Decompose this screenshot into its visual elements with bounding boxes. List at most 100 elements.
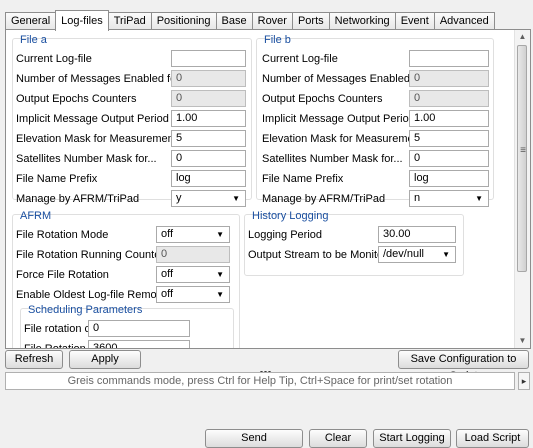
refresh-button[interactable]: Refresh: [5, 350, 63, 369]
chevron-down-icon: ▼: [216, 230, 224, 239]
history-label: Output Stream to be Monitored: [248, 249, 400, 261]
tab-ports[interactable]: Ports: [291, 12, 329, 30]
start-logging-button[interactable]: Start Logging: [373, 429, 451, 448]
file-b-readonly-field: 0: [409, 90, 489, 107]
history-dropdown-value: /dev/null: [383, 248, 424, 260]
file-a-row: Number of Messages Enabled for... 0: [16, 70, 246, 88]
afrm-label: Force File Rotation: [16, 269, 109, 281]
apply-button[interactable]: Apply: [69, 350, 141, 369]
scheduling-input[interactable]: 3600: [88, 340, 190, 348]
file-a-row: Current Log-file: [16, 50, 246, 68]
file-a-label: Elevation Mask for Measurements...: [16, 133, 192, 145]
afrm-dropdown[interactable]: off ▼: [156, 266, 230, 283]
afrm-label: File Rotation Running Counter: [16, 249, 164, 261]
file-a-input[interactable]: 1.00: [171, 110, 246, 127]
file-a-label: File Name Prefix: [16, 173, 98, 185]
file-b-input[interactable]: 1.00: [409, 110, 489, 127]
tab-advanced[interactable]: Advanced: [433, 12, 495, 30]
scroll-down-icon[interactable]: ▼: [515, 334, 530, 348]
file-a-row: Satellites Number Mask for... 0: [16, 150, 246, 168]
afrm-dropdown[interactable]: off ▼: [156, 226, 230, 243]
tab-tripad[interactable]: TriPad: [108, 12, 151, 30]
afrm-dropdown-value: off: [161, 288, 174, 300]
file-a-input[interactable]: 0: [171, 150, 246, 167]
command-input[interactable]: Greis commands mode, press Ctrl for Help…: [5, 372, 515, 390]
tab-event[interactable]: Event: [394, 12, 434, 30]
tab-rover[interactable]: Rover: [251, 12, 292, 30]
history-dropdown[interactable]: /dev/null ▼: [378, 246, 456, 263]
save-config-button[interactable]: Save Configuration to Script: [398, 350, 529, 382]
command-hint: Greis commands mode, press Ctrl for Help…: [67, 375, 453, 387]
vertical-scrollbar[interactable]: ▲ ≡ ▼: [514, 30, 530, 348]
file-a-input[interactable]: 5: [171, 130, 246, 147]
tab-base[interactable]: Base: [215, 12, 252, 30]
side-expand-icon[interactable]: ▸: [518, 372, 530, 390]
file-b-dropdown[interactable]: n ▼: [409, 190, 489, 207]
splitter-handle[interactable]: [260, 365, 274, 374]
scroll-up-icon[interactable]: ▲: [515, 30, 530, 44]
log-output-area: [5, 393, 529, 429]
grip-icon: ≡: [520, 145, 526, 156]
file-b-row: Output Epochs Counters 0: [262, 90, 489, 108]
history-row: Output Stream to be Monitored/dev/null ▼: [248, 246, 456, 264]
afrm-label: File Rotation Mode: [16, 229, 109, 241]
file-b-row: Number of Messages Enabled for... 0: [262, 70, 489, 88]
file-a-label: Current Log-file: [16, 53, 92, 65]
file-b-title: File b: [264, 34, 291, 46]
file-a-row: Manage by AFRM/TriPad y ▼: [16, 190, 246, 208]
afrm-row: File Rotation Mode off ▼: [16, 226, 230, 244]
scheduling-row: File rotation counter 0: [24, 320, 190, 338]
afrm-label: Enable Oldest Log-file Removal: [16, 289, 171, 301]
history-input[interactable]: 30.00: [378, 226, 456, 243]
load-script-button[interactable]: Load Script: [456, 429, 529, 448]
tab-positioning[interactable]: Positioning: [150, 12, 216, 30]
file-b-input[interactable]: log: [409, 170, 489, 187]
chevron-down-icon: ▼: [232, 194, 240, 203]
file-a-label: Satellites Number Mask for...: [16, 153, 157, 165]
afrm-row: Enable Oldest Log-file Removal off ▼: [16, 286, 230, 304]
file-b-label: File Name Prefix: [262, 173, 344, 185]
file-b-row: Implicit Message Output Period 1.00: [262, 110, 489, 128]
file-b-row: Satellites Number Mask for... 0: [262, 150, 489, 168]
log-files-pane: File a Current Log-file Number of Message…: [5, 29, 531, 349]
afrm-dropdown-value: off: [161, 268, 174, 280]
chevron-down-icon: ▼: [216, 270, 224, 279]
file-a-row: Output Epochs Counters 0: [16, 90, 246, 108]
tab-log-files[interactable]: Log-files: [55, 10, 109, 31]
file-b-label: Implicit Message Output Period: [262, 113, 415, 125]
afrm-dropdown[interactable]: off ▼: [156, 286, 230, 303]
afrm-title: AFRM: [20, 210, 52, 222]
send-button[interactable]: Send: [205, 429, 303, 448]
scheduling-input[interactable]: 0: [88, 320, 190, 337]
history-label: Logging Period: [248, 229, 323, 241]
scheduling-row: File Rotation Period 3600: [24, 340, 190, 348]
file-a-label: Implicit Message Output Period: [16, 113, 169, 125]
tab-general[interactable]: General: [5, 12, 56, 30]
chevron-down-icon: ▼: [442, 250, 450, 259]
file-a-input[interactable]: log: [171, 170, 246, 187]
file-b-input[interactable]: 0: [409, 150, 489, 167]
chevron-down-icon: ▼: [475, 194, 483, 203]
afrm-dropdown-value: off: [161, 228, 174, 240]
file-a-input[interactable]: [171, 50, 246, 67]
scroll-thumb[interactable]: ≡: [517, 45, 527, 272]
file-a-dropdown[interactable]: y ▼: [171, 190, 246, 207]
file-b-input[interactable]: [409, 50, 489, 67]
chevron-down-icon: ▼: [216, 290, 224, 299]
history-row: Logging Period 30.00: [248, 226, 456, 244]
file-b-row: File Name Prefix log: [262, 170, 489, 188]
file-a-title: File a: [20, 34, 47, 46]
file-a-row: Implicit Message Output Period 1.00: [16, 110, 246, 128]
clear-button[interactable]: Clear: [309, 429, 367, 448]
file-a-readonly-field: 0: [171, 90, 246, 107]
file-a-row: File Name Prefix log: [16, 170, 246, 188]
file-b-row: Elevation Mask for Measurements... 5: [262, 130, 489, 148]
file-b-row: Current Log-file: [262, 50, 489, 68]
file-a-label: Output Epochs Counters: [16, 93, 137, 105]
tab-networking[interactable]: Networking: [328, 12, 395, 30]
afrm-row: File Rotation Running Counter 0: [16, 246, 230, 264]
file-a-row: Elevation Mask for Measurements... 5: [16, 130, 246, 148]
file-b-input[interactable]: 5: [409, 130, 489, 147]
tab-bar: General Log-files TriPad Positioning Bas…: [5, 10, 495, 31]
afrm-row: Force File Rotation off ▼: [16, 266, 230, 284]
